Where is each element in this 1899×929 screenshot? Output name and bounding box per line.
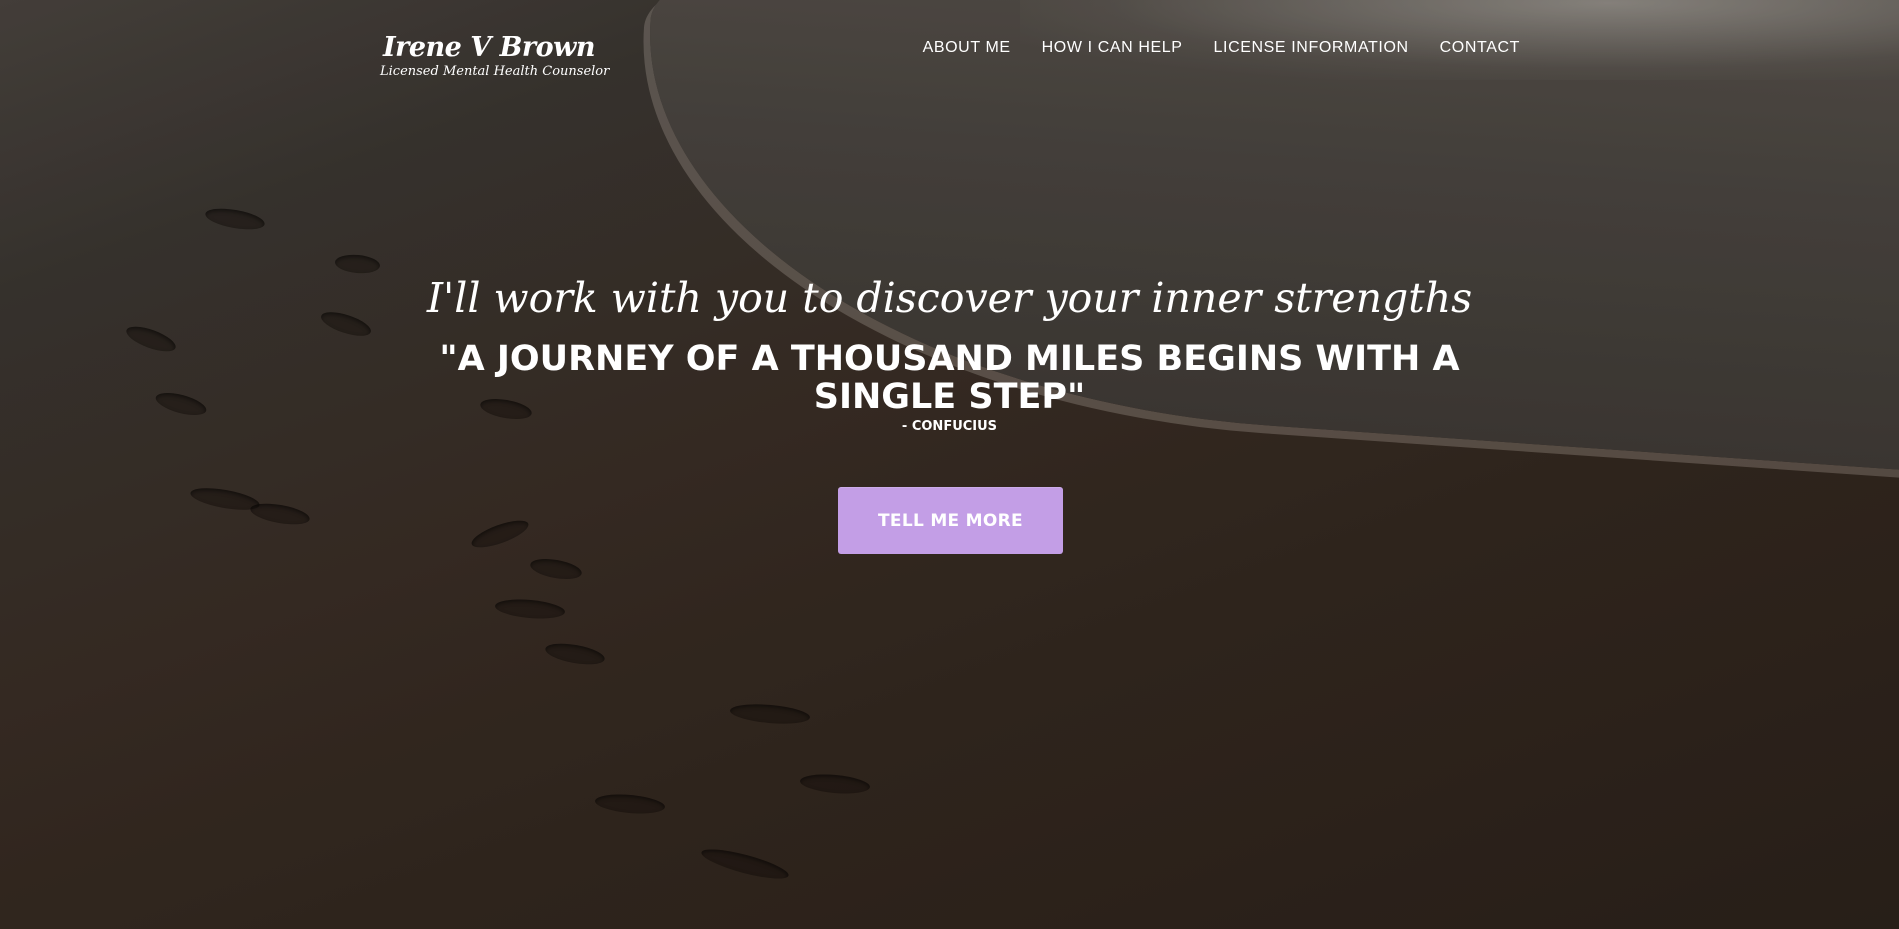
hero-quote: "A JOURNEY OF A THOUSAND MILES BEGINS WI… (439, 339, 1460, 417)
nav-item-about-me[interactable]: ABOUT ME (923, 39, 1011, 57)
brand-subtitle: Licensed Mental Health Counselor (380, 64, 610, 79)
hero-section: Irene V Brown Licensed Mental Health Cou… (0, 0, 1899, 929)
quote-author: - CONFUCIUS (901, 419, 998, 434)
hero-tagline: I'll work with you to discover your inne… (426, 274, 1473, 322)
dark-overlay (0, 0, 1899, 929)
nav-item-license-information[interactable]: LICENSE INFORMATION (1214, 39, 1409, 57)
nav-item-contact[interactable]: CONTACT (1440, 39, 1520, 57)
nav-item-how-i-can-help[interactable]: HOW I CAN HELP (1042, 39, 1183, 57)
main-nav: ABOUT ME HOW I CAN HELP LICENSE INFORMAT… (923, 39, 1520, 57)
tell-me-more-button[interactable]: TELL ME MORE (838, 487, 1063, 554)
brand-logo[interactable]: Irene V Brown Licensed Mental Health Cou… (380, 32, 609, 80)
brand-name[interactable]: Irene V Brown (380, 32, 609, 64)
